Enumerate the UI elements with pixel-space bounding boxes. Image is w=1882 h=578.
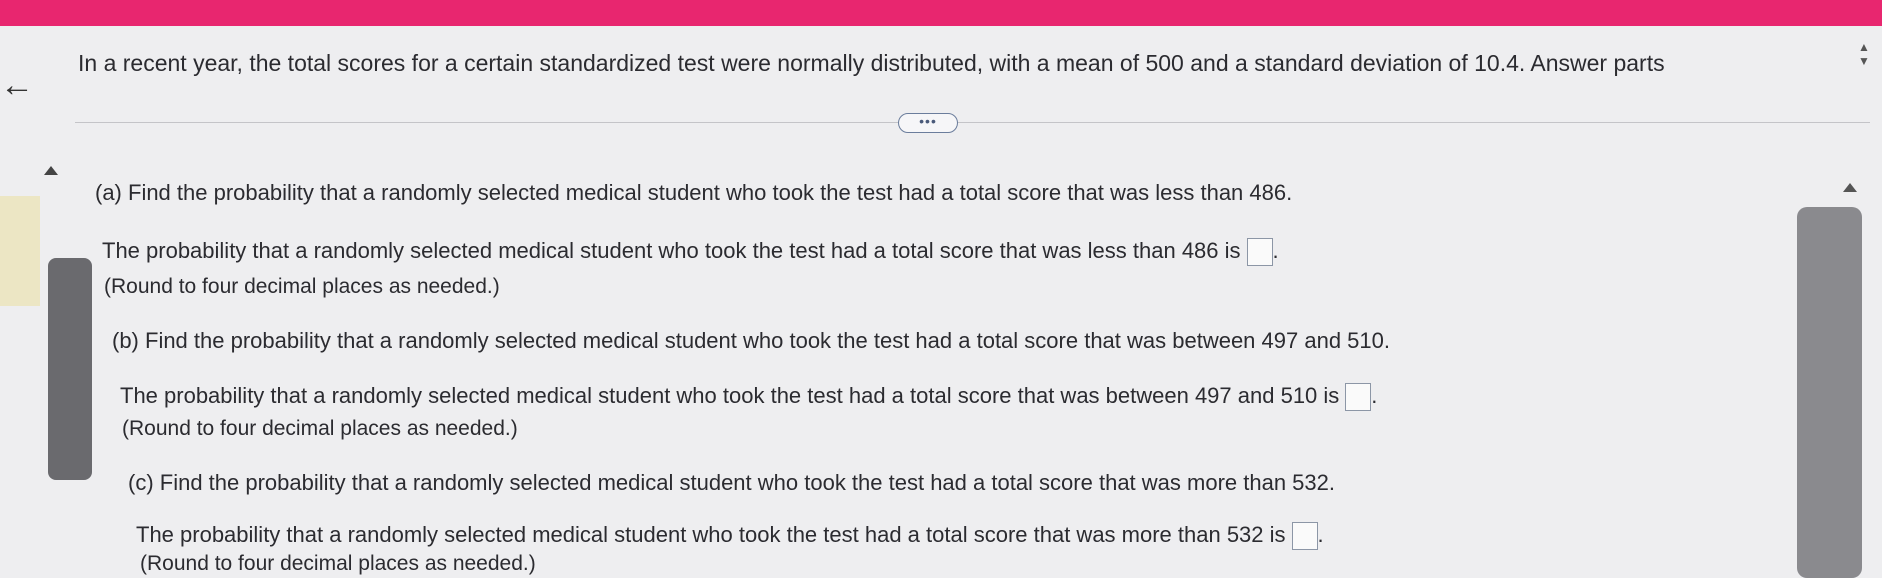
part-a-note: (Round to four decimal places as needed.… bbox=[104, 275, 500, 298]
part-b-note: (Round to four decimal places as needed.… bbox=[122, 417, 518, 440]
back-arrow-icon[interactable]: ← bbox=[0, 68, 34, 102]
part-a-answer-line: The probability that a randomly selected… bbox=[102, 238, 1279, 267]
part-a-answer-box[interactable] bbox=[1246, 238, 1273, 267]
part-c-answer-line: The probability that a randomly selected… bbox=[136, 522, 1324, 551]
part-b-answer-box[interactable] bbox=[1345, 383, 1372, 412]
expand-more-button[interactable]: ••• bbox=[898, 113, 958, 133]
divider bbox=[75, 122, 1870, 123]
part-b-question: (b) Find the probability that a randomly… bbox=[112, 328, 1390, 353]
header-bar bbox=[0, 0, 1882, 26]
scroll-up-icon[interactable] bbox=[44, 166, 58, 175]
part-a-answer-prompt: The probability that a randomly selected… bbox=[102, 238, 1241, 263]
part-b-answer-line: The probability that a randomly selected… bbox=[120, 383, 1377, 412]
up-down-arrows-icon[interactable]: ▲ ▼ bbox=[1856, 40, 1872, 80]
part-c-note: (Round to four decimal places as needed.… bbox=[140, 552, 536, 575]
part-c-answer-box[interactable] bbox=[1291, 522, 1318, 551]
part-c-question: (c) Find the probability that a randomly… bbox=[128, 470, 1335, 495]
left-scrollbar-thumb[interactable] bbox=[48, 258, 92, 480]
right-scrollbar-thumb[interactable] bbox=[1797, 207, 1862, 578]
side-tab bbox=[0, 196, 40, 306]
part-a-question: (a) Find the probability that a randomly… bbox=[95, 180, 1293, 205]
question-intro: In a recent year, the total scores for a… bbox=[78, 50, 1665, 76]
part-b-answer-prompt: The probability that a randomly selected… bbox=[120, 383, 1340, 408]
scroll-up-icon[interactable] bbox=[1843, 183, 1857, 192]
part-c-answer-prompt: The probability that a randomly selected… bbox=[136, 522, 1286, 547]
